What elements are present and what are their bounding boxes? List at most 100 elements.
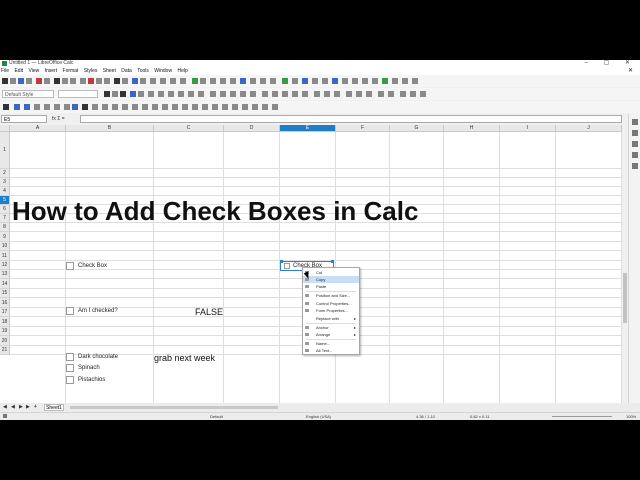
resize-handle[interactable]	[280, 260, 283, 263]
form-control-icon[interactable]	[272, 104, 278, 110]
form-control-icon[interactable]	[132, 104, 138, 110]
toolbar-icon[interactable]	[352, 78, 358, 84]
menu-tools[interactable]: Tools	[137, 68, 149, 74]
toolbar-icon[interactable]	[140, 78, 146, 84]
toolbar-icon[interactable]	[292, 78, 298, 84]
checkbox-dark-chocolate[interactable]	[66, 353, 74, 361]
toolbar-icon[interactable]	[302, 91, 308, 97]
vertical-scroll-thumb[interactable]	[623, 273, 627, 323]
toolbar-icon[interactable]	[292, 91, 298, 97]
toolbar-icon[interactable]	[180, 78, 186, 84]
menu-item-anchor[interactable]: Anchor ▸	[303, 324, 359, 331]
false-value-cell[interactable]: FALSE	[195, 306, 223, 318]
checkbox-spinach[interactable]	[66, 364, 74, 372]
row-header[interactable]: 15	[0, 289, 10, 298]
toolbar-icon[interactable]	[210, 78, 216, 84]
toolbar-icon[interactable]	[114, 78, 120, 84]
menu-file[interactable]: File	[1, 68, 9, 74]
checkbox-am-i-checked[interactable]	[66, 307, 74, 315]
toolbar-icon[interactable]	[250, 91, 256, 97]
form-control-icon[interactable]	[34, 104, 40, 110]
navigator-icon[interactable]	[632, 152, 638, 158]
form-control-icon[interactable]	[82, 104, 88, 110]
form-control-icon[interactable]	[3, 104, 9, 110]
toolbar-icon[interactable]	[322, 78, 328, 84]
row-header[interactable]: 8	[0, 223, 10, 232]
toolbar-icon[interactable]	[104, 91, 110, 97]
toolbar-icon[interactable]	[62, 78, 68, 84]
toolbar-icon[interactable]	[44, 78, 50, 84]
toolbar-icon[interactable]	[170, 78, 176, 84]
grab-note-cell[interactable]: grab next week	[154, 352, 215, 364]
row-header[interactable]: 20	[0, 336, 10, 346]
toolbar-icon[interactable]	[314, 91, 320, 97]
row-header[interactable]: 19	[0, 327, 10, 336]
toolbar-icon[interactable]	[324, 91, 330, 97]
toolbar-icon[interactable]	[104, 78, 110, 84]
row-header[interactable]: 12	[0, 261, 10, 270]
row-header[interactable]: 21	[0, 346, 10, 355]
toolbar-icon[interactable]	[262, 91, 268, 97]
toolbar-icon[interactable]	[332, 78, 338, 84]
function-wizard-icon[interactable]: fx Σ =	[52, 115, 65, 124]
form-control-icon[interactable]	[212, 104, 218, 110]
toolbar-icon[interactable]	[346, 91, 352, 97]
column-header-i[interactable]: I	[500, 125, 556, 132]
form-control-icon[interactable]	[262, 104, 268, 110]
form-control-icon[interactable]	[24, 104, 30, 110]
title-cell[interactable]: How to Add Check Boxes in Calc	[12, 196, 418, 226]
toolbar-icon[interactable]	[132, 78, 138, 84]
toolbar-icon[interactable]	[198, 91, 204, 97]
next-sheet-icon[interactable]: ▶	[19, 404, 23, 411]
toolbar-icon[interactable]	[192, 78, 198, 84]
form-control-icon[interactable]	[44, 104, 50, 110]
row-header[interactable]: 6	[0, 205, 10, 214]
toolbar-icon[interactable]	[366, 91, 372, 97]
formula-input[interactable]	[80, 115, 622, 123]
form-control-icon[interactable]	[172, 104, 178, 110]
toolbar-icon[interactable]	[220, 78, 226, 84]
toolbar-icon[interactable]	[272, 91, 278, 97]
resize-handle[interactable]	[331, 260, 334, 263]
row-header[interactable]: 14	[0, 279, 10, 289]
toolbar-icon[interactable]	[2, 78, 8, 84]
menu-item-replace-with[interactable]: Replace with ▸	[303, 315, 359, 322]
menu-sheet[interactable]: Sheet	[103, 68, 116, 74]
toolbar-icon[interactable]	[260, 78, 266, 84]
toolbar-icon[interactable]	[250, 78, 256, 84]
row-header[interactable]: 4	[0, 187, 10, 196]
row-header[interactable]: 17	[0, 308, 10, 317]
form-control-icon[interactable]	[162, 104, 168, 110]
row-header[interactable]: 7	[0, 214, 10, 223]
toolbar-icon[interactable]	[372, 78, 378, 84]
menu-styles[interactable]: Styles	[84, 68, 98, 74]
checkbox-pistachios[interactable]	[66, 376, 74, 384]
column-header-h[interactable]: H	[444, 125, 500, 132]
form-control-icon[interactable]	[92, 104, 98, 110]
toolbar-icon[interactable]	[150, 78, 156, 84]
menu-window[interactable]: Window	[154, 68, 172, 74]
toolbar-icon[interactable]	[230, 78, 236, 84]
page-style[interactable]: Default	[210, 413, 223, 420]
toolbar-icon[interactable]	[410, 91, 416, 97]
row-header[interactable]: 18	[0, 317, 10, 327]
toolbar-icon[interactable]	[312, 78, 318, 84]
column-header-a[interactable]: A	[10, 125, 66, 132]
form-control-icon[interactable]	[192, 104, 198, 110]
menu-item-arrange[interactable]: Arrange ▸	[303, 331, 359, 338]
form-control-icon[interactable]	[202, 104, 208, 110]
form-control-icon[interactable]	[182, 104, 188, 110]
toolbar-icon[interactable]	[160, 78, 166, 84]
tab-sheet1[interactable]: Sheet1	[44, 404, 64, 411]
column-header-f[interactable]: F	[336, 125, 390, 132]
menu-item-name[interactable]: Name...	[303, 340, 359, 347]
toolbar-icon[interactable]	[148, 91, 154, 97]
toolbar-icon[interactable]	[378, 91, 384, 97]
toolbar-icon[interactable]	[400, 91, 406, 97]
toolbar-icon[interactable]	[362, 78, 368, 84]
toolbar-icon[interactable]	[230, 91, 236, 97]
close-document-icon[interactable]: ✕	[628, 67, 633, 75]
toolbar-icon[interactable]	[282, 91, 288, 97]
zoom-slider[interactable]	[552, 416, 612, 417]
menu-item-paste[interactable]: Paste	[303, 283, 359, 290]
